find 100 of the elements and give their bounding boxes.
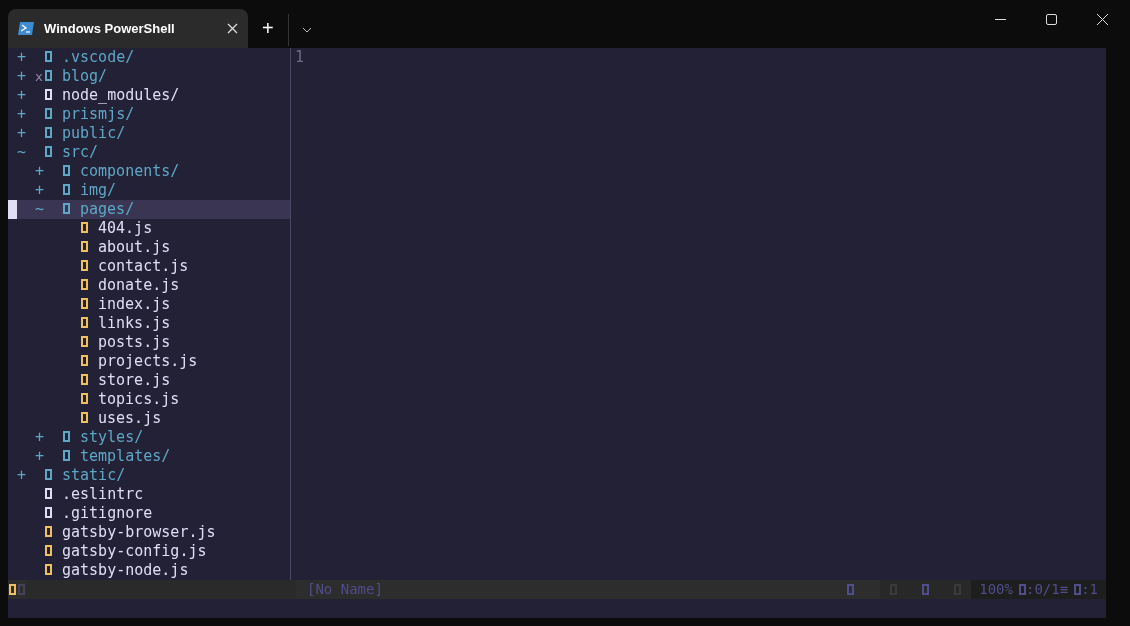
file-name: about.js bbox=[98, 238, 171, 257]
file-icon bbox=[81, 317, 88, 328]
new-tab-button[interactable]: + bbox=[262, 18, 274, 38]
tree-row[interactable]: posts.js bbox=[8, 333, 290, 352]
folder-icon bbox=[45, 51, 52, 62]
git-status-sign: + bbox=[17, 105, 26, 124]
folder-name: styles/ bbox=[80, 428, 144, 447]
folder-icon bbox=[45, 146, 52, 157]
git-status-sign: + bbox=[17, 67, 26, 86]
folder-icon bbox=[45, 89, 52, 100]
file-name: index.js bbox=[98, 295, 171, 314]
folder-icon bbox=[45, 108, 52, 119]
line-position: :0/1≡ bbox=[1026, 580, 1069, 599]
buffer-name: [No Name] bbox=[307, 580, 383, 599]
scroll-percent: 100% bbox=[979, 580, 1013, 599]
tree-row[interactable]: + styles/ bbox=[8, 428, 290, 447]
file-name: uses.js bbox=[98, 409, 162, 428]
file-name: .eslintrc bbox=[62, 485, 144, 504]
file-icon bbox=[45, 526, 52, 537]
folder-name: blog/ bbox=[62, 67, 108, 86]
tree-row[interactable]: + static/ bbox=[8, 466, 290, 485]
folder-name: templates/ bbox=[80, 447, 171, 466]
folder-name: pages/ bbox=[80, 200, 135, 219]
tree-row[interactable]: projects.js bbox=[8, 352, 290, 371]
tree-row[interactable]: gatsby-browser.js bbox=[8, 523, 290, 542]
file-name: 404.js bbox=[98, 219, 153, 238]
folder-name: public/ bbox=[62, 124, 126, 143]
file-icon bbox=[81, 298, 88, 309]
tree-row[interactable]: + components/ bbox=[8, 162, 290, 181]
status-icon bbox=[922, 584, 930, 595]
tree-row[interactable]: + .vscode/ bbox=[8, 48, 290, 67]
folder-icon bbox=[45, 70, 52, 81]
close-window-icon[interactable] bbox=[1097, 14, 1108, 25]
folder-name: img/ bbox=[80, 181, 117, 200]
git-status-sign: + bbox=[17, 124, 26, 143]
file-icon bbox=[81, 222, 88, 233]
tree-row[interactable]: .gitignore bbox=[8, 504, 290, 523]
status-icon bbox=[1074, 584, 1082, 595]
tree-row[interactable]: 404.js bbox=[8, 219, 290, 238]
tree-row[interactable]: topics.js bbox=[8, 390, 290, 409]
tree-row[interactable]: contact.js bbox=[8, 257, 290, 276]
tree-row[interactable]: + public/ bbox=[8, 124, 290, 143]
tab-title: Windows PowerShell bbox=[44, 19, 175, 38]
folder-name: prismjs/ bbox=[62, 105, 135, 124]
folder-icon bbox=[63, 431, 70, 442]
file-name: gatsby-node.js bbox=[62, 561, 189, 580]
folder-name: .vscode/ bbox=[62, 48, 135, 67]
file-name: projects.js bbox=[98, 352, 198, 371]
file-icon bbox=[45, 545, 52, 556]
file-icon bbox=[81, 374, 88, 385]
terminal-tab[interactable]: Windows PowerShell bbox=[8, 9, 248, 48]
git-status-sign: + bbox=[35, 181, 44, 200]
tree-row[interactable]: index.js bbox=[8, 295, 290, 314]
folder-icon bbox=[45, 469, 52, 480]
file-icon bbox=[81, 241, 88, 252]
tree-row[interactable]: .eslintrc bbox=[8, 485, 290, 504]
file-icon bbox=[81, 412, 88, 423]
tree-row[interactable]: + x blog/ bbox=[8, 67, 290, 86]
tree-row[interactable]: + prismjs/ bbox=[8, 105, 290, 124]
git-mark: x bbox=[35, 68, 43, 86]
tree-row[interactable]: donate.js bbox=[8, 276, 290, 295]
git-status-sign: + bbox=[35, 447, 44, 466]
tree-row[interactable]: + img/ bbox=[8, 181, 290, 200]
status-icon bbox=[1019, 584, 1026, 595]
file-name: gatsby-browser.js bbox=[62, 523, 216, 542]
folder-name: components/ bbox=[80, 162, 180, 181]
tree-row[interactable]: about.js bbox=[8, 238, 290, 257]
column-position: :1 bbox=[1081, 580, 1098, 599]
tree-row[interactable]: + node_modules/ bbox=[8, 86, 290, 105]
tree-row[interactable]: ~ pages/ bbox=[8, 200, 290, 219]
tree-row[interactable]: store.js bbox=[8, 371, 290, 390]
folder-name: src/ bbox=[62, 143, 99, 162]
tree-row[interactable]: links.js bbox=[8, 314, 290, 333]
file-name: contact.js bbox=[98, 257, 189, 276]
tree-row[interactable]: gatsby-node.js bbox=[8, 561, 290, 580]
git-status-sign: + bbox=[17, 86, 26, 105]
tree-row[interactable]: gatsby-config.js bbox=[8, 542, 290, 561]
folder-icon bbox=[63, 203, 70, 214]
file-icon bbox=[9, 584, 16, 595]
file-name: gatsby-config.js bbox=[62, 542, 207, 561]
file-icon bbox=[45, 488, 52, 499]
file-icon bbox=[81, 393, 88, 404]
file-icon bbox=[81, 260, 88, 271]
file-icon bbox=[81, 279, 88, 290]
maximize-icon[interactable] bbox=[1046, 14, 1057, 25]
close-icon[interactable] bbox=[227, 23, 238, 34]
folder-icon bbox=[63, 165, 70, 176]
git-status-sign: + bbox=[35, 428, 44, 447]
file-name: store.js bbox=[98, 371, 171, 390]
folder-icon bbox=[63, 450, 70, 461]
git-status-sign: + bbox=[35, 162, 44, 181]
tree-row[interactable]: uses.js bbox=[8, 409, 290, 428]
folder-name: node_modules/ bbox=[62, 86, 180, 105]
chevron-down-icon[interactable] bbox=[301, 27, 312, 33]
status-icon bbox=[847, 584, 855, 595]
file-name: posts.js bbox=[98, 333, 171, 352]
file-icon bbox=[45, 564, 52, 575]
folder-icon bbox=[63, 184, 70, 195]
tree-row[interactable]: ~ src/ bbox=[8, 143, 290, 162]
tree-row[interactable]: + templates/ bbox=[8, 447, 290, 466]
